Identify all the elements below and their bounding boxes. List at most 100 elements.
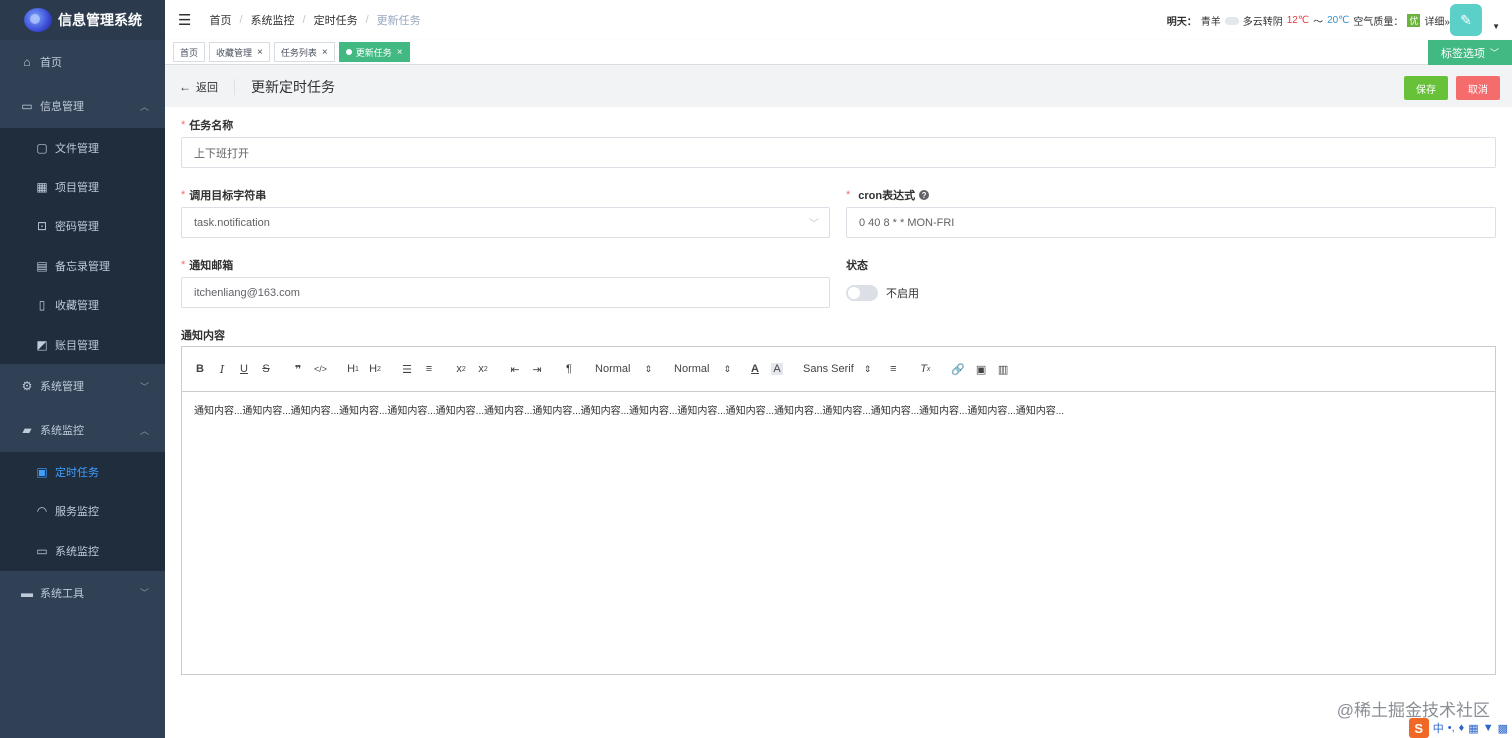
sidebar-item-info-mgmt[interactable]: ▭ 信息管理 ︿ (0, 84, 165, 128)
sidebar-item-service-monitor[interactable]: ◠ 服务监控 (0, 492, 165, 531)
sidebar-item-passwords[interactable]: ⊡ 密码管理 (0, 207, 165, 246)
bold-icon[interactable]: B (194, 363, 206, 375)
task-form: * 任务名称 上下班打开 * 调用目标字符串 task.notification ﹀… (181, 115, 1496, 345)
breadcrumb-home[interactable]: 首页 (209, 12, 231, 28)
breadcrumb-current: 更新任务 (376, 15, 421, 27)
text-direction-icon[interactable]: ¶ (563, 363, 575, 375)
status-switch-label: 不启用 (886, 287, 919, 300)
app-title: 信息管理系统 (58, 12, 142, 28)
breadcrumb-separator: / (239, 14, 243, 26)
archive-icon: ▭ (21, 99, 33, 113)
sidebar: 信息管理系统 ⌂ 首页 ▭ 信息管理 ︿ ▢ 文件管理 ▦ 项目管理 ⊡ 密码管理 ▤… (0, 0, 165, 738)
italic-icon[interactable]: I (216, 363, 228, 376)
chart-icon: ◩ (36, 337, 48, 352)
tag-home[interactable]: 首页 (173, 42, 206, 62)
keyboard-icon[interactable]: ▦ (1468, 722, 1478, 735)
breadcrumb: 首页 / 系统监控 / 定时任务 / 更新任务 (209, 12, 420, 28)
tag-update-task[interactable]: 更新任务 × (338, 42, 410, 62)
sidebar-item-label: 文件管理 (55, 142, 99, 155)
sidebar-item-label: 服务监控 (55, 506, 99, 519)
save-button[interactable]: 保存 (1404, 76, 1448, 100)
top-navbar: ☰ 首页 / 系统监控 / 定时任务 / 更新任务 明天： 青羊 多云转阴 12… (165, 0, 1512, 40)
sidebar-item-projects[interactable]: ▦ 项目管理 (0, 167, 165, 206)
sidebar-item-home[interactable]: ⌂ 首页 (0, 40, 165, 84)
sidebar-item-sys-monitor[interactable]: ▭ 系统监控 (0, 531, 165, 570)
email-input[interactable]: itchenliang@163.com (181, 277, 830, 308)
underline-icon[interactable]: U (238, 363, 250, 375)
sidebar-item-label: 收藏管理 (55, 300, 99, 313)
ime-language[interactable]: 中 (1433, 720, 1444, 736)
editor-toolbar: B I U S ❞ </> H1 H2 ☰ ≡ x2 x2 ⇤ ⇥ ¶ Norm… (182, 347, 1495, 392)
editor-content[interactable]: 通知内容...通知内容...通知内容...通知内容...通知内容...通知内容.… (182, 392, 1495, 427)
weather-low: 20℃ (1327, 15, 1350, 26)
sidebar-item-files[interactable]: ▢ 文件管理 (0, 128, 165, 167)
task-name-label: * 任务名称 (181, 119, 234, 132)
page-header: ← 返回 更新定时任务 保存 取消 (165, 66, 1512, 107)
divider (234, 78, 235, 95)
image-icon[interactable]: ▣ (975, 363, 987, 376)
close-icon[interactable]: × (322, 47, 328, 58)
tag-task-list[interactable]: 任务列表 × (273, 42, 335, 62)
strike-icon[interactable]: S (260, 363, 272, 375)
weather-detail-link[interactable]: 详细» (1424, 13, 1450, 28)
invoke-target-select[interactable]: task.notification ﹀ (181, 207, 830, 238)
heading-1-icon[interactable]: H1 (347, 363, 359, 375)
link-icon[interactable]: 🔗 (951, 363, 965, 376)
status-switch[interactable] (846, 284, 878, 301)
close-icon[interactable]: × (257, 47, 263, 58)
shirt-icon[interactable]: ▼ (1483, 722, 1494, 734)
sidebar-item-memos[interactable]: ▤ 备忘录管理 (0, 246, 165, 285)
updown-icon: ⇕ (863, 363, 872, 374)
back-button[interactable]: ← 返回 (179, 79, 218, 95)
superscript-icon[interactable]: x2 (477, 363, 489, 375)
outdent-icon[interactable]: ⇤ (509, 363, 521, 376)
tag-favorites[interactable]: 收藏管理 × (209, 42, 270, 62)
align-icon[interactable]: ≡ (887, 363, 899, 375)
sidebar-item-accounts[interactable]: ◩ 账目管理 (0, 325, 165, 364)
sidebar-item-favorites[interactable]: ▯ 收藏管理 (0, 286, 165, 325)
header-picker[interactable]: Normal ⇕ (595, 363, 652, 375)
blockquote-icon[interactable]: ❞ (292, 363, 304, 376)
avatar[interactable]: ✎ (1450, 4, 1482, 36)
app-logo[interactable]: 信息管理系统 (0, 0, 165, 40)
size-picker-label: Normal (674, 363, 710, 375)
sidebar-item-label: 系统监控 (55, 545, 99, 558)
clear-format-icon[interactable]: Tx (919, 363, 931, 375)
sidebar-item-scheduled-tasks[interactable]: ▣ 定时任务 (0, 452, 165, 491)
background-color-icon[interactable]: A (771, 363, 784, 375)
weather-tilde: ～ (1313, 17, 1324, 28)
chevron-down-icon: ﹀ (809, 219, 819, 230)
font-color-icon[interactable]: A (749, 363, 761, 375)
chevron-down-icon: ﹀ (139, 381, 149, 392)
bullet-list-icon[interactable]: ≡ (423, 363, 435, 375)
hamburger-icon[interactable]: ☰ (178, 11, 191, 29)
tag-label: 更新任务 (355, 47, 392, 58)
grid-icon[interactable]: ▩ (1498, 722, 1508, 735)
code-block-icon[interactable]: </> (314, 364, 327, 374)
heading-2-icon[interactable]: H2 (369, 363, 381, 375)
cancel-button[interactable]: 取消 (1456, 76, 1500, 100)
ime-logo-icon[interactable]: S (1408, 718, 1429, 738)
microphone-icon[interactable]: ♦ (1459, 722, 1465, 734)
punctuation-icon[interactable]: •, (1448, 722, 1455, 734)
font-picker-label: Sans Serif (803, 363, 854, 375)
sidebar-item-system-monitor[interactable]: ▰ 系统监控 ︿ (0, 408, 165, 452)
font-picker[interactable]: Sans Serif ⇕ (803, 363, 871, 375)
cron-input[interactable]: 0 40 8 * * MON-FRI (846, 207, 1496, 238)
indent-icon[interactable]: ⇥ (531, 363, 543, 376)
sidebar-item-system-tools[interactable]: ▬ 系统工具 ﹀ (0, 571, 165, 615)
task-name-input[interactable]: 上下班打开 (181, 137, 1496, 168)
video-icon[interactable]: ▥ (997, 363, 1009, 376)
caret-down-icon[interactable]: ▼ (1492, 22, 1500, 31)
size-picker[interactable]: Normal ⇕ (674, 363, 731, 375)
headset-icon: ◠ (36, 504, 48, 519)
ordered-list-icon[interactable]: ☰ (401, 363, 413, 376)
sidebar-item-system-mgmt[interactable]: ⚙ 系统管理 ﹀ (0, 364, 165, 408)
question-icon[interactable]: ? (919, 190, 930, 200)
breadcrumb-system-monitor[interactable]: 系统监控 (251, 12, 295, 28)
breadcrumb-scheduled-tasks[interactable]: 定时任务 (314, 12, 358, 28)
subscript-icon[interactable]: x2 (455, 363, 467, 375)
tag-options-dropdown[interactable]: 标签选项 ﹀ (1428, 40, 1512, 65)
close-icon[interactable]: × (397, 47, 403, 58)
sidebar-item-label: 信息管理 (40, 101, 84, 113)
